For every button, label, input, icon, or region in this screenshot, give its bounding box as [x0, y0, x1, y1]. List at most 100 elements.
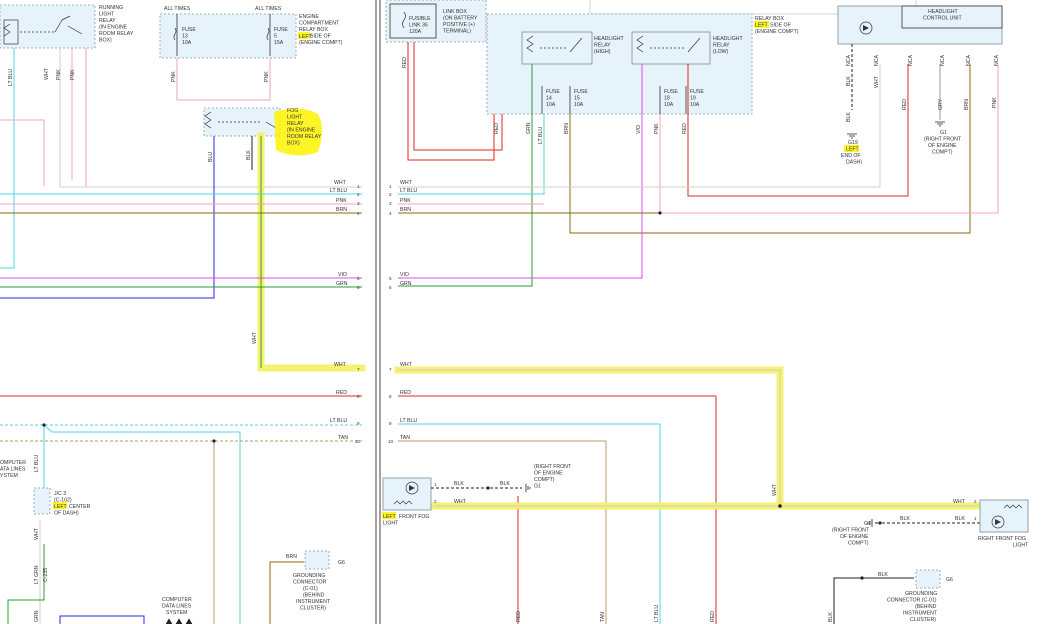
v-lt-blu: LT BLU — [8, 69, 14, 86]
lp-1: 1 — [357, 184, 360, 189]
svg-text:RED: RED — [400, 390, 411, 396]
left-fog-blk2: BLK — [500, 481, 510, 487]
v-pnk3: PNK — [171, 71, 177, 82]
left-fog-wht: WHT — [454, 499, 467, 505]
highlight-fog-wire-right — [394, 366, 984, 510]
svg-text:NCA: NCA — [874, 55, 880, 66]
svg-text:NCA: NCA — [966, 55, 972, 66]
relay-box-left: LEFT — [755, 23, 769, 29]
svg-text:1: 1 — [389, 184, 392, 189]
left-fog-blk: BLK — [454, 481, 464, 487]
hcu-nca-labels: NCA NCA NCA NCA NCA NCA — [846, 55, 1000, 66]
svg-text:9: 9 — [389, 421, 392, 426]
svg-text:PNK: PNK — [654, 123, 660, 134]
svg-text:7: 7 — [389, 367, 392, 372]
left-fog-pin1: 1 — [434, 482, 437, 487]
svg-text:BLK: BLK — [846, 76, 852, 86]
svg-text:NCA: NCA — [994, 55, 1000, 66]
left-fog-blk-junction — [486, 486, 490, 490]
svg-text:BRN: BRN — [400, 207, 411, 213]
right-fog-pin2: 2 — [974, 499, 977, 504]
junction-tan — [212, 439, 216, 443]
fog-relay-wires — [0, 136, 253, 299]
svg-text:PNK: PNK — [992, 97, 998, 108]
left-fog-light — [382, 477, 432, 511]
data-lines-box — [59, 615, 145, 624]
svg-text:NCA: NCA — [846, 55, 852, 66]
lp-2: 2 — [357, 192, 360, 197]
g1-top-ground-symbol — [935, 121, 945, 127]
lw-brn: BRN — [336, 207, 347, 213]
right-fog-blk: BLK — [955, 516, 965, 522]
svg-text:WHT: WHT — [400, 362, 413, 368]
junction-brn — [658, 211, 662, 215]
lw-vio: VIO — [338, 272, 347, 278]
g1-right-label: G1 (RIGHT FRONT OF ENGINE COMPT) — [832, 521, 872, 547]
right-fog-light — [979, 499, 1029, 533]
svg-text:GRN: GRN — [526, 122, 532, 134]
svg-text:LT BLU: LT BLU — [538, 127, 544, 144]
lp-6: 6 — [357, 285, 360, 290]
svg-text:V/O: V/O — [636, 125, 642, 134]
engine-relay-box-left: LEFT — [299, 34, 313, 40]
right-wire-labels: WHT LT BLU PNK BRN VIO GRN WHT RED LT BL… — [388, 180, 417, 444]
lp-10: 10 — [355, 439, 361, 444]
left-panel: RUNNING LIGHT RELAY (IN ENGINE ROOM RELA… — [0, 4, 366, 624]
svg-text:NCA: NCA — [940, 55, 946, 66]
right-top-wires — [398, 42, 999, 624]
fog-wire-right-core — [398, 369, 980, 507]
jc3-box — [33, 487, 51, 515]
svg-text:RED: RED — [494, 123, 500, 134]
svg-text:GRY: GRY — [938, 98, 944, 110]
svg-text:RED: RED — [682, 123, 688, 134]
left-wire-labels: WHT LT BLU PNK BRN VIO GRN WHT RED LT BL… — [330, 180, 361, 444]
lw-wht: WHT — [334, 180, 347, 186]
svg-text:5: 5 — [389, 276, 392, 281]
right-fog-label: RIGHT FRONT FOG LIGHT — [978, 536, 1029, 549]
right-fog-blk2: BLK — [900, 516, 910, 522]
right-fog-pin1: 1 — [974, 516, 977, 521]
svg-text:4: 4 — [389, 211, 392, 216]
highlight-fog-wire — [257, 132, 366, 372]
hcu-label: HEADLIGHT CONTROL UNIT — [923, 9, 963, 22]
lp-4: 4 — [357, 211, 360, 216]
svg-text:BLK: BLK — [846, 112, 852, 122]
grounding-connector-box — [304, 550, 330, 570]
right-panel: FUSIBLE LINK 36 120A LINK BOX (ON BATTER… — [382, 0, 1029, 624]
svg-text:TAN: TAN — [400, 435, 410, 441]
svg-text:LT BLU: LT BLU — [400, 418, 417, 424]
lp-3: 3 — [357, 201, 360, 206]
left-top-wires — [0, 48, 362, 269]
svg-text:GRN: GRN — [400, 281, 412, 287]
g1-fog-label: (RIGHT FRONT OF ENGINE COMPT) G1 — [534, 464, 572, 490]
svg-text:RED: RED — [902, 99, 908, 110]
v-c235: C-235 — [43, 568, 49, 582]
lw-pnk: PNK — [336, 198, 347, 204]
svg-text:RED: RED — [402, 57, 408, 68]
lp-8: 8 — [357, 394, 360, 399]
v-pnk2: PNK — [70, 69, 76, 80]
lp-7: 7 — [357, 367, 360, 372]
grounding-connector-label: GROUNDING CONNECTOR (C-01) (BEHIND INSTR… — [293, 573, 331, 612]
data-lines-arrows — [165, 618, 193, 624]
right-vertical-labels: RED GRN LT BLU BRN RED V/O PNK RED BLK W… — [402, 57, 998, 622]
g1-top-label: G1 (RIGHT FRONT OF ENGINE COMPT) — [924, 130, 962, 156]
all-times-label-2: ALL TIMES — [255, 6, 282, 12]
lw-red: RED — [336, 390, 347, 396]
lw-wht7: WHT — [334, 362, 347, 368]
all-times-label-1: ALL TIMES — [164, 6, 191, 12]
svg-text:RED: RED — [710, 611, 716, 622]
left-fog-left: LEFT — [383, 514, 397, 520]
svg-text:TAN: TAN — [600, 612, 606, 622]
svg-text:LT BLU: LT BLU — [400, 188, 417, 194]
svg-text:PNK: PNK — [400, 198, 411, 204]
svg-text:WHT: WHT — [874, 75, 880, 88]
blk-g6-right: BLK — [878, 572, 888, 578]
lw-ltblu: LT BLU — [330, 188, 347, 194]
svg-text:3: 3 — [389, 201, 392, 206]
g19-left: LEFT — [846, 147, 860, 153]
v-lt-blu-jc: LT BLU — [34, 455, 40, 472]
svg-text:6: 6 — [389, 285, 392, 290]
v-wht-jc: WHT — [34, 527, 40, 540]
svg-text:2: 2 — [389, 192, 392, 197]
